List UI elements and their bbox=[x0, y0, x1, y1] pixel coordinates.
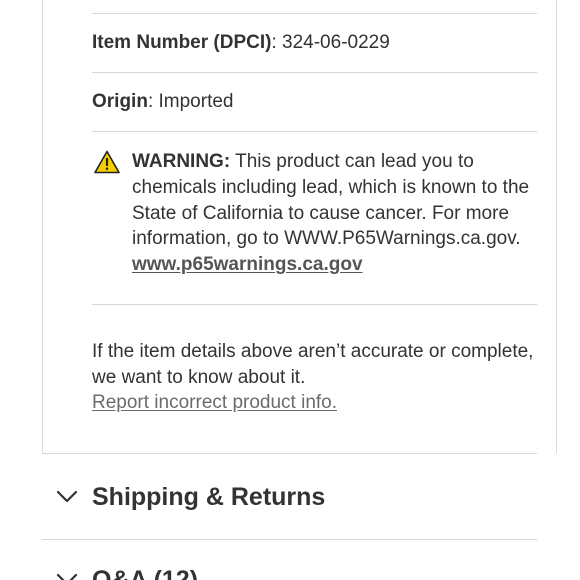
warning-label: WARNING: bbox=[132, 151, 231, 172]
product-details-panel: Item Number (DPCI): 324-06-0229 Origin: … bbox=[0, 0, 580, 580]
card-border-left bbox=[42, 0, 43, 453]
chevron-down-icon bbox=[56, 573, 78, 580]
accordion-shipping-returns[interactable]: Shipping & Returns bbox=[56, 482, 536, 518]
spec-item-number: Item Number (DPCI): 324-06-0229 bbox=[92, 31, 390, 55]
section-divider bbox=[42, 539, 537, 540]
chevron-down-icon bbox=[56, 490, 78, 503]
spec-label: Item Number (DPCI) bbox=[92, 32, 272, 53]
spec-origin: Origin: Imported bbox=[92, 90, 234, 114]
report-feedback: If the item details above aren’t accurat… bbox=[92, 339, 542, 416]
spec-value: Imported bbox=[153, 91, 234, 112]
warning-triangle-icon bbox=[94, 150, 120, 174]
feedback-text: If the item details above aren’t accurat… bbox=[92, 341, 534, 388]
report-incorrect-info-link[interactable]: Report incorrect product info. bbox=[92, 390, 542, 416]
accordion-title: Q&A (12) bbox=[92, 566, 199, 580]
accordion-title: Shipping & Returns bbox=[92, 483, 326, 511]
p65-warnings-link[interactable]: www.p65warnings.ca.gov bbox=[132, 252, 539, 278]
divider bbox=[92, 131, 537, 132]
accordion-qa[interactable]: Q&A (12) bbox=[56, 565, 536, 580]
divider bbox=[92, 304, 537, 305]
spec-label: Origin bbox=[92, 91, 148, 112]
section-divider bbox=[42, 453, 537, 454]
card-border-right bbox=[556, 0, 557, 453]
divider bbox=[92, 13, 537, 14]
spec-value: 324-06-0229 bbox=[276, 32, 390, 53]
divider bbox=[92, 72, 537, 73]
warning-message: WARNING: This product can lead you to ch… bbox=[132, 149, 539, 278]
